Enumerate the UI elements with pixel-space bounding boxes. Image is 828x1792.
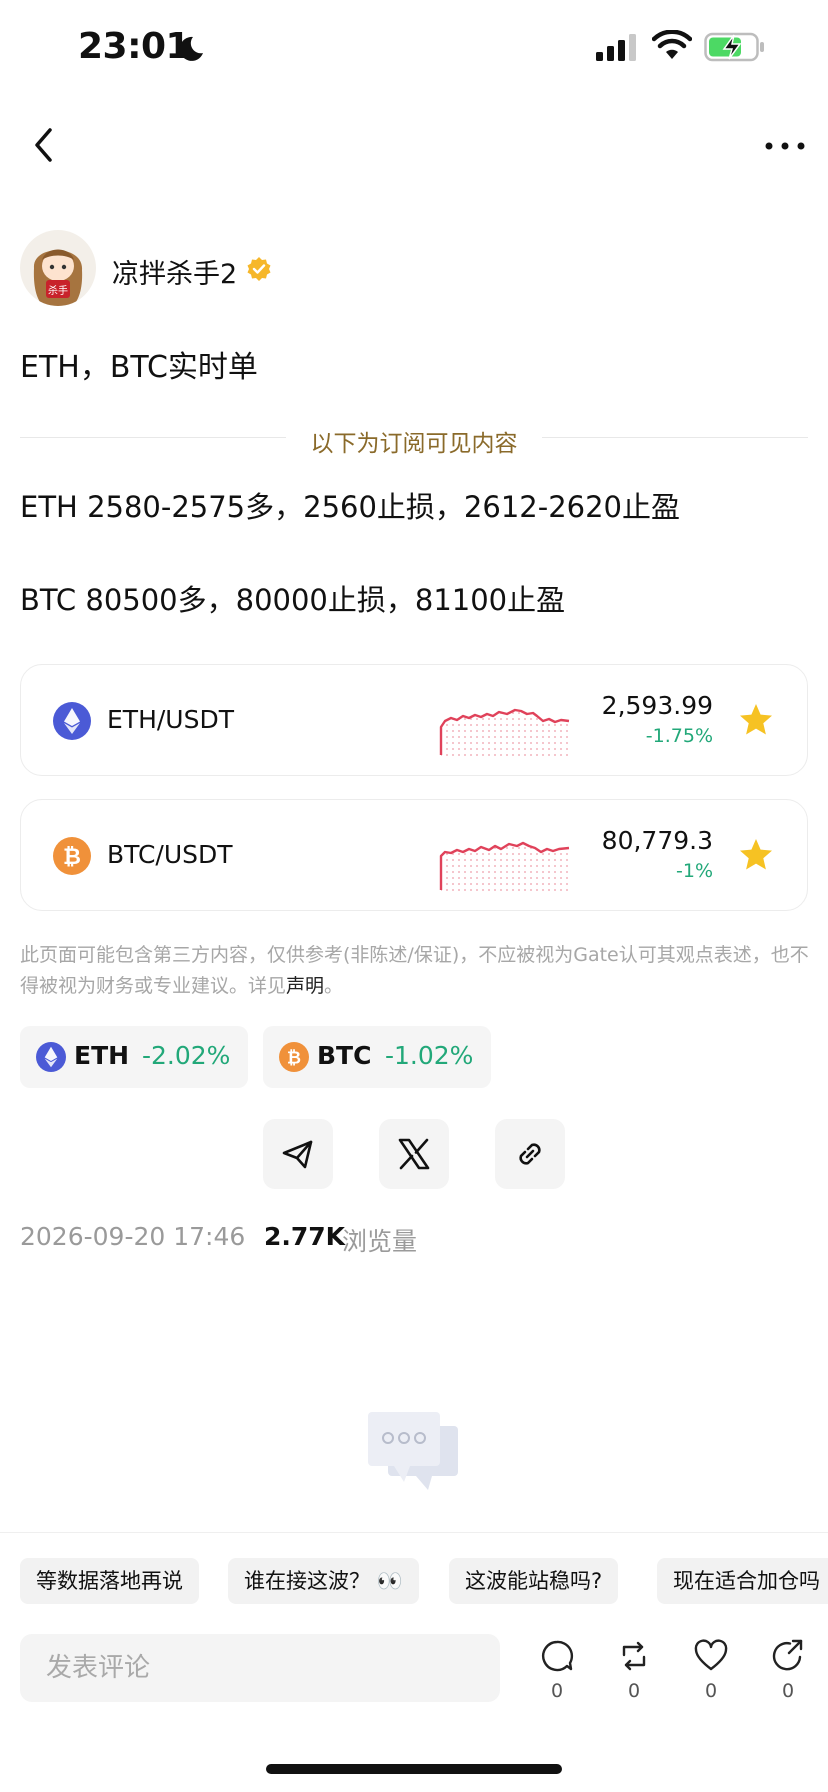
heart-icon: [694, 1639, 728, 1671]
ticker-card-btc[interactable]: ₿ BTC/USDT 80,779.3 -1%: [20, 799, 808, 911]
suggested-comment[interactable]: 等数据落地再说: [20, 1558, 199, 1604]
share-x-button[interactable]: [379, 1119, 449, 1189]
suggested-comment[interactable]: 这波能站稳吗?: [449, 1558, 619, 1604]
empty-comments-icon: [368, 1412, 458, 1490]
coin-symbol: ETH: [74, 1041, 130, 1070]
ethereum-icon: [36, 1042, 66, 1072]
bottom-divider: [0, 1532, 828, 1533]
cellular-signal-icon: [596, 34, 636, 61]
author-name[interactable]: 凉拌杀手2: [112, 252, 237, 291]
subscription-label: 以下为订阅可见内容: [310, 431, 518, 457]
avatar-text: 杀手: [48, 284, 68, 297]
telegram-icon: [282, 1140, 313, 1169]
disclaimer-text: 此页面可能包含第三方内容，仅供参考(非陈述/保证)，不应被视为Gate认可其观点…: [20, 944, 809, 997]
comment-action[interactable]: 0: [532, 1638, 582, 1718]
like-count: 0: [704, 1680, 718, 1702]
back-button[interactable]: [26, 122, 62, 168]
suggested-comment[interactable]: 现在适合加仓吗: [657, 1558, 828, 1604]
coin-chip-eth[interactable]: ETH -2.02%: [20, 1026, 248, 1088]
disclaimer-end: 。: [324, 975, 344, 997]
coin-symbol: BTC: [317, 1041, 372, 1070]
view-count-label: 浏览量: [342, 1227, 418, 1256]
post-line-eth: ETH 2580-2575多，2560止损，2612-2620止盈: [20, 490, 681, 524]
bitcoin-icon: ₿: [53, 837, 91, 875]
post-title: ETH，BTC实时单: [20, 350, 258, 385]
view-count: 2.77K: [264, 1222, 346, 1251]
comment-input[interactable]: 发表评论: [20, 1634, 500, 1702]
comment-icon: [542, 1640, 574, 1672]
share-action[interactable]: 0: [763, 1638, 813, 1718]
moon-icon: [179, 36, 203, 61]
coin-change: -2.02%: [142, 1041, 231, 1070]
more-options-button[interactable]: [762, 126, 808, 166]
copy-link-button[interactable]: [495, 1119, 565, 1189]
repost-icon: [622, 1641, 646, 1671]
like-action[interactable]: 0: [686, 1638, 736, 1718]
avatar[interactable]: 杀手: [20, 230, 96, 306]
divider-right: [542, 437, 808, 438]
link-icon: [519, 1143, 541, 1165]
divider-left: [20, 437, 286, 438]
status-time: 23:01: [78, 26, 191, 67]
star-icon[interactable]: [737, 701, 775, 739]
verified-badge-icon: [247, 257, 271, 281]
share-count: 0: [781, 1680, 795, 1702]
wifi-icon: [652, 30, 692, 59]
disclaimer-link[interactable]: 声明: [286, 975, 324, 997]
svg-text:₿: ₿: [63, 845, 81, 870]
star-icon[interactable]: [737, 836, 775, 874]
price-change: -1.75%: [645, 725, 713, 747]
pair-name: BTC/USDT: [107, 840, 233, 869]
coin-chip-btc[interactable]: ₿ BTC -1.02%: [263, 1026, 491, 1088]
post-line-btc: BTC 80500多，80000止损，81100止盈: [20, 583, 566, 617]
comment-count: 0: [550, 1680, 564, 1702]
home-indicator: [266, 1764, 562, 1774]
bitcoin-icon: ₿: [279, 1042, 309, 1072]
pair-name: ETH/USDT: [107, 705, 234, 734]
sparkline-chart: [439, 708, 570, 757]
x-icon: [398, 1138, 430, 1170]
sparkline-chart: [439, 841, 570, 892]
price-change: -1%: [676, 860, 713, 882]
price: 80,779.3: [601, 826, 713, 855]
coin-change: -1.02%: [385, 1041, 474, 1070]
repost-count: 0: [627, 1680, 641, 1702]
suggested-comment[interactable]: 谁在接这波？ 👀: [228, 1558, 419, 1604]
status-bar: 23:01: [0, 0, 828, 100]
share-telegram-button[interactable]: [263, 1119, 333, 1189]
repost-action[interactable]: 0: [609, 1638, 659, 1718]
ethereum-icon: [53, 702, 91, 740]
post-date: 2026-09-20 17:46: [20, 1222, 246, 1251]
share-icon: [772, 1639, 803, 1671]
price: 2,593.99: [601, 691, 713, 720]
ticker-card-eth[interactable]: ETH/USDT 2,593.99 -1.75%: [20, 664, 808, 776]
disclaimer: 此页面可能包含第三方内容，仅供参考(非陈述/保证)，不应被视为Gate认可其观点…: [20, 940, 810, 1002]
svg-text:₿: ₿: [287, 1048, 301, 1068]
battery-charging-icon: [704, 32, 764, 62]
